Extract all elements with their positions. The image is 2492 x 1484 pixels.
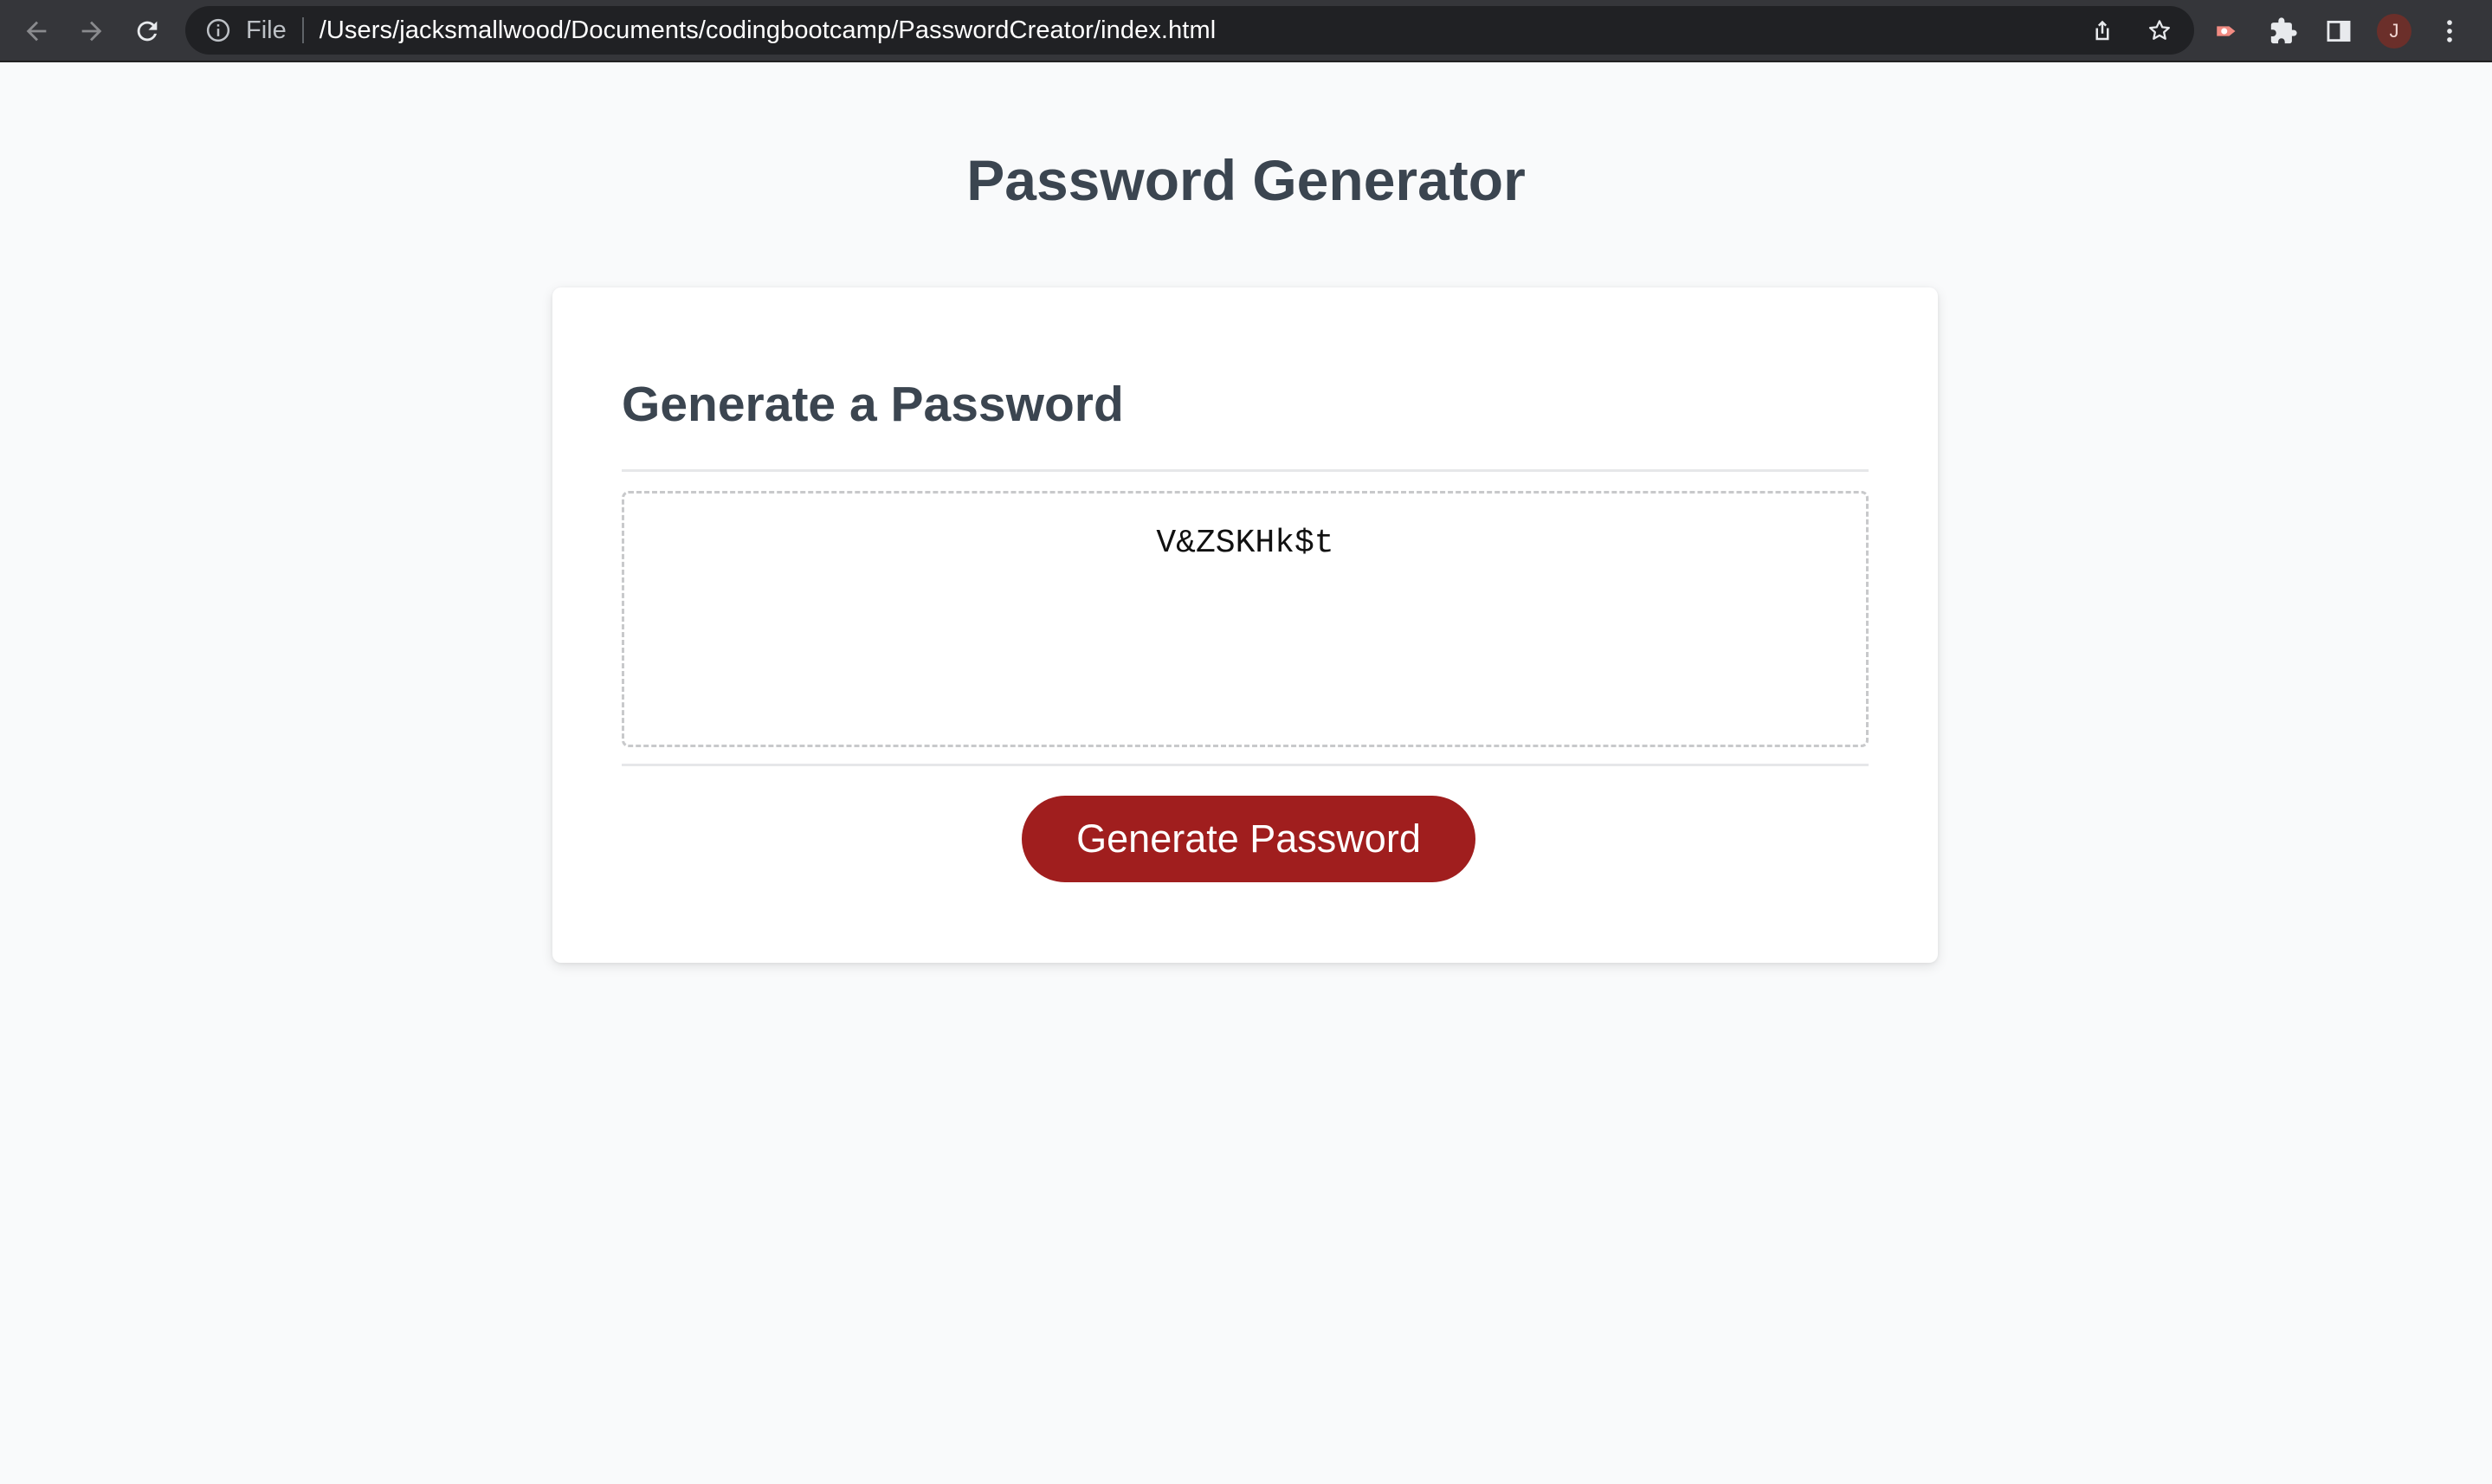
generate-password-button[interactable]: Generate Password (1022, 796, 1475, 882)
back-arrow-icon[interactable] (12, 7, 61, 55)
side-panel-icon[interactable] (2314, 7, 2363, 55)
browser-toolbar: File /Users/jacksmallwood/Documents/codi… (0, 0, 2492, 62)
page-title: Password Generator (966, 148, 1526, 212)
puzzle-icon[interactable] (2259, 7, 2308, 55)
profile-avatar[interactable]: J (2377, 14, 2411, 48)
forward-arrow-icon[interactable] (68, 7, 116, 55)
url-text[interactable]: /Users/jacksmallwood/Documents/codingboo… (320, 16, 1217, 45)
url-separator (301, 17, 304, 43)
card-title: Generate a Password (622, 377, 1124, 432)
share-icon[interactable] (2085, 13, 2120, 48)
info-icon[interactable] (204, 16, 232, 44)
password-output[interactable]: V&ZSKHk$t (622, 491, 1869, 747)
extension-record-icon[interactable] (2204, 7, 2252, 55)
reload-icon[interactable] (123, 7, 171, 55)
card-header-divider (622, 469, 1869, 472)
address-bar[interactable]: File /Users/jacksmallwood/Documents/codi… (185, 6, 2194, 55)
more-vert-icon[interactable] (2425, 7, 2474, 55)
password-card: Generate a Password V&ZSKHk$t Generate P… (552, 287, 1938, 963)
url-scheme-label: File (246, 16, 287, 44)
star-icon[interactable] (2142, 13, 2177, 48)
card-footer-divider (622, 764, 1869, 766)
